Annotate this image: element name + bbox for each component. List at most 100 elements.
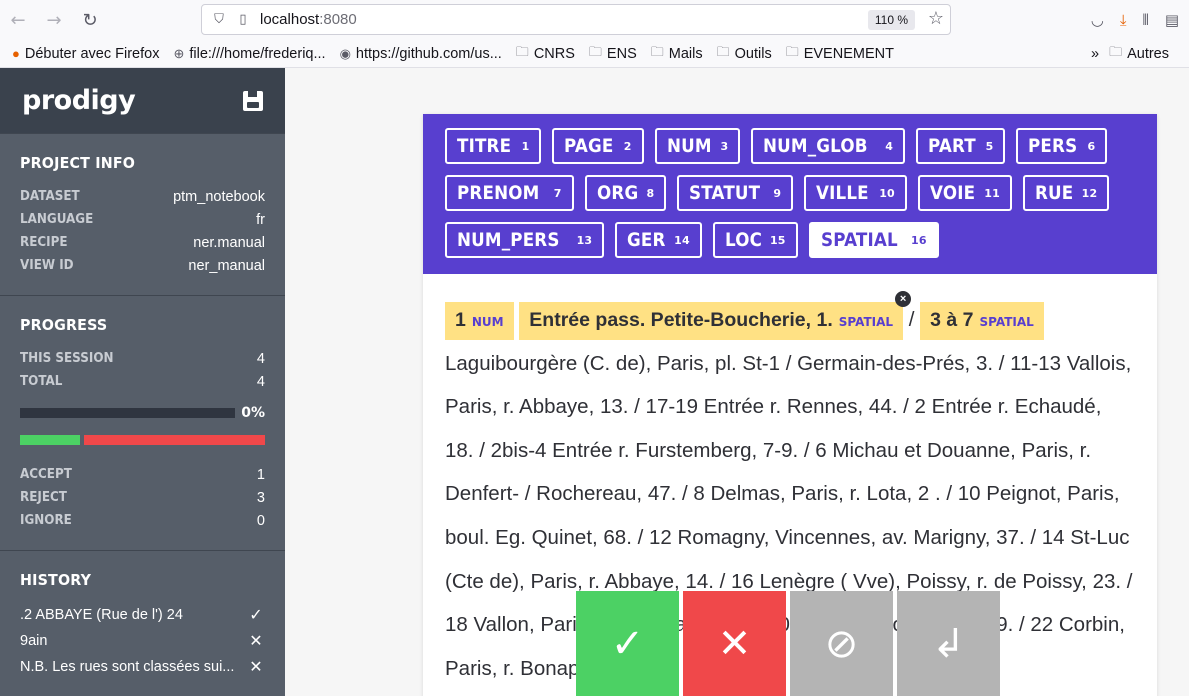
undo-button[interactable]: ↲ — [897, 591, 1000, 696]
label-shortcut: 6 — [1087, 139, 1096, 153]
label-num-glob[interactable]: NUM_GLOB 4 — [751, 128, 906, 164]
label-prenom[interactable]: PRENOM 7 — [445, 175, 574, 211]
label-part[interactable]: PART 5 — [916, 128, 1006, 164]
info-value: 4 — [256, 350, 265, 367]
progress-track — [20, 408, 235, 418]
reload-icon[interactable]: ↻ — [72, 0, 108, 40]
bookmarks-more-icon[interactable]: » — [1091, 46, 1099, 62]
shield-icon[interactable]: ⛉ — [206, 12, 232, 27]
label-pers[interactable]: PERS 6 — [1016, 128, 1108, 164]
label-page[interactable]: PAGE 2 — [552, 128, 644, 164]
undo-icon: ↲ — [931, 621, 966, 667]
info-row: VIEW ID ner_manual — [20, 254, 265, 277]
bookmark-other[interactable]: 🗀 Autres — [1109, 43, 1169, 65]
check-icon: ✓ — [249, 607, 263, 624]
entity-span[interactable]: 3 à 7 SPATIAL — [920, 302, 1044, 340]
label-name: LOC — [724, 229, 762, 251]
label-shortcut: 5 — [985, 139, 994, 153]
save-icon[interactable] — [243, 90, 263, 111]
bookmark-item[interactable]: 🗀 Mails — [651, 43, 703, 65]
sidebar-toggle-icon[interactable]: ▤ — [1165, 11, 1179, 29]
entity-label: SPATIAL — [979, 315, 1034, 329]
zoom-level[interactable]: 110 % — [867, 10, 915, 30]
bookmark-star-icon[interactable]: ☆ — [928, 8, 944, 29]
bookmark-label: EVENEMENT — [803, 45, 894, 62]
history-text: 9ain — [20, 633, 48, 649]
entity-label: NUM — [471, 315, 504, 329]
label-num[interactable]: NUM 3 — [654, 128, 741, 164]
info-key: DATASET — [20, 189, 80, 204]
folder-icon: 🗀 — [716, 43, 730, 59]
info-key: THIS SESSION — [20, 351, 114, 366]
folder-icon: 🗀 — [650, 43, 664, 59]
bookmark-item[interactable]: 🗀 CNRS — [516, 43, 575, 65]
history-item[interactable]: N.B. Les rues sont classées sui... ✕ — [20, 654, 265, 680]
label-shortcut: 1 — [521, 139, 530, 153]
label-name: ORG — [596, 182, 638, 204]
bookmark-item[interactable]: 🗀 ENS — [589, 43, 637, 65]
info-row: REJECT 3 — [20, 486, 265, 509]
label-name: TITRE — [457, 135, 512, 157]
entity-span[interactable]: Entrée pass. Petite-Boucherie, 1. SPATIAL… — [519, 291, 912, 340]
info-key: IGNORE — [20, 513, 72, 528]
history-text: N.B. Les rues sont classées sui... — [20, 659, 235, 675]
bookmark-item[interactable]: ⊕ file:///home/frederiq... — [173, 43, 325, 65]
pocket-icon[interactable]: ◡ — [1091, 11, 1104, 29]
label-statut[interactable]: STATUT 9 — [677, 175, 794, 211]
accept-ratio — [20, 435, 80, 445]
page-icon[interactable]: ▯ — [232, 12, 254, 27]
label-loc[interactable]: LOC 15 — [712, 222, 798, 258]
cross-icon: ✕ — [249, 659, 263, 676]
label-shortcut: 14 — [674, 233, 690, 247]
remove-entity-icon[interactable]: × — [895, 291, 912, 307]
library-icon[interactable]: ⫴ — [1143, 11, 1149, 29]
entity-text: Entrée pass. Petite-Boucherie, 1. — [529, 309, 833, 331]
label-shortcut: 13 — [576, 233, 593, 247]
url-bar[interactable]: ⛉ ▯ localhost:8080 110 % ☆ — [201, 4, 951, 35]
label-name: NUM_GLOB — [763, 135, 869, 157]
back-arrow-icon[interactable]: ← — [0, 0, 36, 40]
label-shortcut: 9 — [773, 186, 782, 200]
folder-icon: 🗀 — [515, 43, 529, 59]
info-value: ptm_notebook — [173, 188, 265, 205]
history-item[interactable]: 9ain ✕ — [20, 628, 265, 654]
history-text: .2 ABBAYE (Rue de l') 24 — [20, 607, 183, 623]
info-key: VIEW ID — [20, 258, 74, 273]
folder-icon: 🗀 — [785, 43, 799, 59]
history-item[interactable]: .2 ABBAYE (Rue de l') 24 ✓ — [20, 602, 265, 628]
label-voie[interactable]: VOIE 11 — [917, 175, 1012, 211]
bookmark-label: Outils — [734, 45, 772, 62]
label-spatial[interactable]: SPATIAL 16 — [808, 222, 939, 258]
label-ville[interactable]: VILLE 10 — [804, 175, 907, 211]
url-text[interactable]: localhost:8080 — [260, 11, 357, 28]
reject-button[interactable]: ✕ — [683, 591, 786, 696]
label-titre[interactable]: TITRE 1 — [445, 128, 542, 164]
entity-span[interactable]: 1 NUM — [445, 302, 514, 340]
download-icon[interactable]: ⤓ — [1120, 11, 1127, 29]
label-rue[interactable]: RUE 12 — [1023, 175, 1110, 211]
label-shortcut: 15 — [769, 233, 786, 247]
label-name: NUM_PERS — [457, 229, 560, 251]
label-name: VILLE — [816, 182, 869, 204]
bookmark-item[interactable]: ◉ https://github.com/us... — [340, 43, 502, 65]
bookmark-item[interactable]: 🗀 Outils — [717, 43, 772, 65]
info-row: DATASET ptm_notebook — [20, 185, 265, 208]
accept-button[interactable]: ✓ — [576, 591, 679, 696]
info-value: ner.manual — [193, 234, 265, 251]
info-value: fr — [256, 211, 265, 228]
folder-icon: 🗀 — [1109, 44, 1123, 59]
ignore-button[interactable]: ⊘ — [790, 591, 893, 696]
project-info-title: PROJECT INFO — [20, 154, 136, 172]
entity-separator: / — [903, 308, 921, 331]
label-num-pers[interactable]: NUM_PERS 13 — [445, 222, 605, 258]
label-name: PART — [928, 135, 977, 157]
label-org[interactable]: ORG 8 — [584, 175, 667, 211]
browser-toolbar: ← → ↻ ⛉ ▯ localhost:8080 110 % ☆ ◡ ⤓ ⫴ ▤ — [0, 0, 1189, 40]
bookmark-item[interactable]: ● Débuter avec Firefox — [12, 43, 159, 65]
forward-arrow-icon[interactable]: → — [36, 0, 72, 40]
project-info-section: PROJECT INFO DATASET ptm_notebook LANGUAGE… — [0, 133, 285, 295]
label-ger[interactable]: GER 14 — [615, 222, 702, 258]
bookmark-item[interactable]: 🗀 EVENEMENT — [786, 43, 894, 65]
info-key: REJECT — [20, 490, 67, 505]
reject-icon: ✕ — [717, 621, 752, 667]
